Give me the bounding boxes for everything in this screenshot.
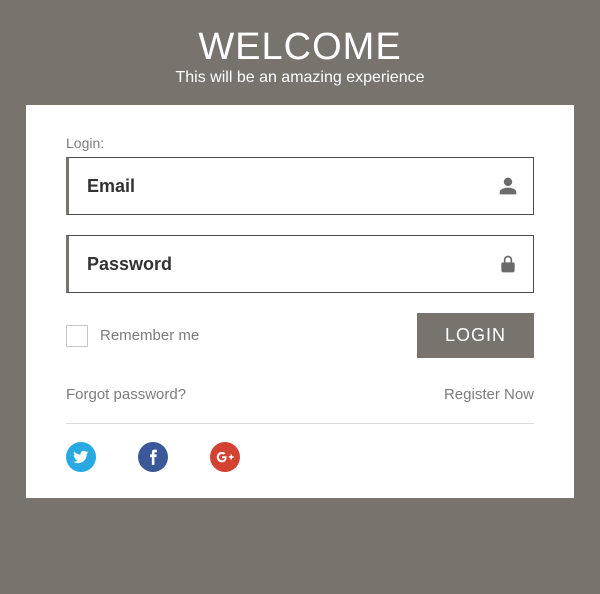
googleplus-icon	[216, 450, 234, 464]
login-button[interactable]: LOGIN	[417, 313, 534, 358]
remember-me[interactable]: Remember me	[66, 325, 199, 347]
page-subtitle: This will be an amazing experience	[175, 69, 424, 87]
twitter-icon	[73, 449, 89, 465]
twitter-button[interactable]	[66, 442, 96, 472]
header: WELCOME This will be an amazing experien…	[175, 0, 424, 87]
password-field[interactable]	[66, 235, 534, 293]
page-title: WELCOME	[175, 26, 424, 69]
remember-label: Remember me	[100, 327, 199, 344]
register-link[interactable]: Register Now	[444, 386, 534, 403]
login-label: Login:	[66, 135, 534, 151]
password-field-wrap	[66, 235, 534, 293]
facebook-icon	[148, 449, 158, 465]
divider	[66, 423, 534, 424]
lock-icon	[498, 254, 518, 274]
email-field-wrap	[66, 157, 534, 215]
facebook-button[interactable]	[138, 442, 168, 472]
links-row: Forgot password? Register Now	[66, 386, 534, 403]
social-row	[66, 442, 534, 472]
remember-checkbox[interactable]	[66, 325, 88, 347]
googleplus-button[interactable]	[210, 442, 240, 472]
email-field[interactable]	[66, 157, 534, 215]
remember-login-row: Remember me LOGIN	[66, 313, 534, 358]
login-card: Login: Remember me LOGIN Forgot password…	[26, 105, 574, 498]
forgot-password-link[interactable]: Forgot password?	[66, 386, 186, 403]
user-icon	[498, 176, 518, 196]
